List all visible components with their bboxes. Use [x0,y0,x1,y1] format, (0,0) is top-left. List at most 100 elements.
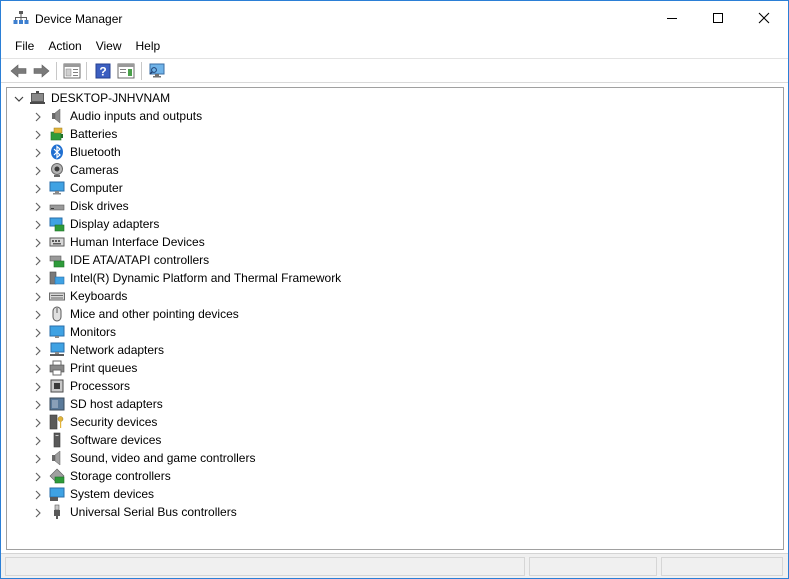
device-manager-app-icon [13,10,29,26]
chevron-right-icon[interactable] [34,309,42,320]
tree-item[interactable]: Keyboards [7,287,783,305]
chevron-right-icon[interactable] [34,273,42,284]
computer-root-icon [29,90,47,106]
chevron-right-icon[interactable] [34,507,42,518]
chevron-right-icon[interactable] [34,111,42,122]
tree-item-label: Intel(R) Dynamic Platform and Thermal Fr… [70,271,342,285]
security-key-icon [49,414,65,430]
tree-item[interactable]: Display adapters [7,215,783,233]
chevron-right-icon[interactable] [34,165,42,176]
menu-help[interactable]: Help [129,36,168,56]
chevron-right-icon[interactable] [34,183,42,194]
usb-icon [49,504,65,520]
close-button[interactable] [741,1,787,35]
toolbar: ? [1,58,788,83]
bluetooth-icon [49,144,65,160]
thermal-framework-icon [49,270,65,286]
tree-item-label: Human Interface Devices [70,235,205,249]
properties-button[interactable] [62,62,82,80]
system-device-icon [49,486,65,502]
storage-controller-icon [49,468,65,484]
menu-action[interactable]: Action [41,36,88,56]
chevron-right-icon[interactable] [34,381,42,392]
tree-item[interactable]: Sound, video and game controllers [7,449,783,467]
svg-text:?: ? [99,65,106,79]
tree-item-label: SD host adapters [70,397,163,411]
tree-item-label: Audio inputs and outputs [70,109,203,123]
maximize-button[interactable] [695,1,741,35]
tree-item-label: Computer [70,181,123,195]
tree-item[interactable]: Computer [7,179,783,197]
menu-file[interactable]: File [8,36,41,56]
menu-bar: File Action View Help [1,35,788,57]
tree-item-label: IDE ATA/ATAPI controllers [70,253,210,267]
hid-icon [49,234,65,250]
chevron-right-icon[interactable] [34,435,42,446]
tree-item[interactable]: Universal Serial Bus controllers [7,503,783,521]
software-device-icon [49,432,65,448]
tree-item-label: Keyboards [70,289,128,303]
display-adapter-icon [49,216,65,232]
tree-item[interactable]: Intel(R) Dynamic Platform and Thermal Fr… [7,269,783,287]
title-bar[interactable]: Device Manager [1,1,788,35]
chevron-right-icon[interactable] [34,129,42,140]
chevron-right-icon[interactable] [34,255,42,266]
tree-item[interactable]: Processors [7,377,783,395]
tree-item[interactable]: Cameras [7,161,783,179]
device-manager-window: Device Manager File Action View Help ? D… [0,0,789,579]
chevron-right-icon[interactable] [34,219,42,230]
tree-item-label: Print queues [70,361,138,375]
camera-icon [49,162,65,178]
tree-item[interactable]: Bluetooth [7,143,783,161]
tree-item[interactable]: Security devices [7,413,783,431]
chevron-right-icon[interactable] [34,453,42,464]
tree-item-label: Sound, video and game controllers [70,451,256,465]
processor-icon [49,378,65,394]
tree-item[interactable]: Mice and other pointing devices [7,305,783,323]
chevron-right-icon[interactable] [34,417,42,428]
device-tree[interactable]: DESKTOP-JNHVNAM Audio inputs and outputs… [6,87,784,550]
toolbar-separator [141,62,142,80]
chevron-right-icon[interactable] [34,327,42,338]
tree-item[interactable]: Disk drives [7,197,783,215]
properties-icon [63,63,81,79]
chevron-right-icon[interactable] [34,147,42,158]
tree-item[interactable]: System devices [7,485,783,503]
action-pane-button[interactable] [116,62,136,80]
minimize-button[interactable] [649,1,695,35]
chevron-right-icon[interactable] [34,471,42,482]
action-pane-icon [117,63,135,79]
chevron-right-icon[interactable] [34,363,42,374]
chevron-right-icon[interactable] [34,345,42,356]
tree-item[interactable]: Print queues [7,359,783,377]
chevron-right-icon[interactable] [34,489,42,500]
tree-item[interactable]: Audio inputs and outputs [7,107,783,125]
tree-item[interactable]: Network adapters [7,341,783,359]
chevron-right-icon[interactable] [34,399,42,410]
back-arrow-icon [10,64,27,78]
scan-hardware-button[interactable] [147,62,167,80]
chevron-down-icon[interactable] [14,93,24,103]
tree-item-label: Network adapters [70,343,165,357]
chevron-right-icon[interactable] [34,201,42,212]
status-pane [529,557,657,576]
tree-item[interactable]: IDE ATA/ATAPI controllers [7,251,783,269]
back-button[interactable] [9,62,29,80]
tree-item[interactable]: Human Interface Devices [7,233,783,251]
menu-view[interactable]: View [89,36,129,56]
status-bar [1,553,788,578]
chevron-right-icon[interactable] [34,291,42,302]
computer-icon [49,180,65,196]
tree-item[interactable]: Storage controllers [7,467,783,485]
tree-item[interactable]: SD host adapters [7,395,783,413]
chevron-right-icon[interactable] [34,237,42,248]
forward-button[interactable] [31,62,51,80]
window-title: Device Manager [35,12,123,26]
tree-item[interactable]: Batteries [7,125,783,143]
tree-item-label: Security devices [70,415,158,429]
tree-item[interactable]: Software devices [7,431,783,449]
help-icon: ? [95,63,111,79]
help-button[interactable]: ? [93,62,113,80]
tree-root-row[interactable]: DESKTOP-JNHVNAM [7,89,783,107]
tree-item[interactable]: Monitors [7,323,783,341]
